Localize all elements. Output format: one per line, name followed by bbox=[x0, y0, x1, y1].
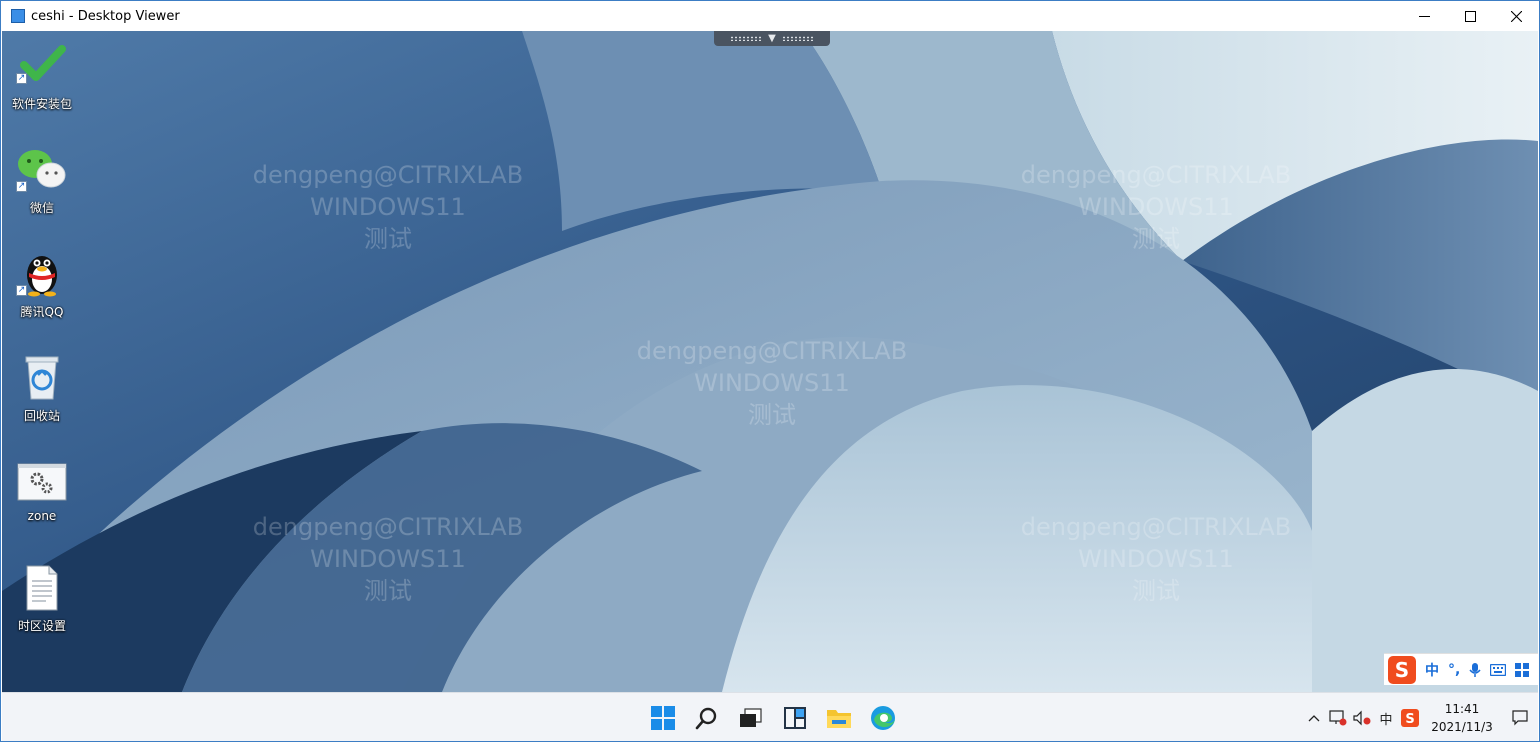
grid-icon[interactable] bbox=[1515, 662, 1530, 677]
watermark-line: dengpeng@CITRIXLAB bbox=[252, 513, 524, 541]
edge-button[interactable] bbox=[867, 702, 899, 734]
watermark-line: WINDOWS11 bbox=[1078, 545, 1234, 573]
clock-date: 2021/11/3 bbox=[1431, 720, 1493, 734]
windows-logo-icon bbox=[651, 706, 675, 730]
citrix-toolbar-handle[interactable]: ▼ bbox=[714, 31, 830, 46]
watermark-line: WINDOWS11 bbox=[310, 193, 466, 221]
window-title: ceshi - Desktop Viewer bbox=[31, 8, 180, 24]
network-disconnected-icon bbox=[1329, 710, 1347, 726]
watermark-line: 测试 bbox=[748, 401, 796, 429]
desktop-icon-recycle-bin[interactable]: 回收站 bbox=[2, 353, 82, 424]
widgets-button[interactable] bbox=[779, 702, 811, 734]
watermark-line: dengpeng@CITRIXLAB bbox=[636, 337, 908, 365]
watermark-line: WINDOWS11 bbox=[694, 369, 850, 397]
gears-icon bbox=[17, 463, 67, 501]
close-button[interactable] bbox=[1493, 1, 1539, 31]
chevron-down-icon: ▼ bbox=[768, 32, 776, 44]
icon-label: 腾讯QQ bbox=[20, 305, 64, 319]
task-view-button[interactable] bbox=[735, 702, 767, 734]
maximize-button[interactable] bbox=[1447, 1, 1493, 31]
shortcut-arrow-icon: ↗ bbox=[16, 285, 27, 296]
ime-toolbar[interactable]: S 中 °, bbox=[1384, 653, 1538, 685]
watermark-line: 测试 bbox=[1132, 577, 1180, 605]
minimize-button[interactable] bbox=[1401, 1, 1447, 31]
sogou-logo-icon[interactable]: S bbox=[1388, 655, 1416, 684]
file-explorer-button[interactable] bbox=[823, 702, 855, 734]
desktop-icon-zone[interactable]: zone bbox=[2, 463, 82, 523]
watermark: dengpeng@CITRIXLAB WINDOWS11 测试 bbox=[238, 159, 538, 255]
icon-label: 时区设置 bbox=[17, 619, 66, 633]
remote-desktop[interactable]: ▼ dengpeng@CITRIXLAB WINDOWS11 测试 dengpe… bbox=[2, 31, 1538, 692]
tray-overflow-button[interactable] bbox=[1302, 706, 1326, 730]
clock[interactable]: 11:41 2021/11/3 bbox=[1422, 700, 1502, 736]
watermark-line: 测试 bbox=[364, 225, 412, 253]
icon-label: 微信 bbox=[29, 201, 54, 215]
search-button[interactable] bbox=[691, 702, 723, 734]
keyboard-icon[interactable] bbox=[1490, 663, 1507, 676]
watermark-line: WINDOWS11 bbox=[1078, 193, 1234, 221]
icon-label: 回收站 bbox=[23, 409, 60, 423]
ime-lang-toggle[interactable]: 中 bbox=[1425, 660, 1439, 680]
title-bar[interactable]: ceshi - Desktop Viewer bbox=[1, 1, 1539, 31]
taskbar: 中 S 11:41 2021/11/3 bbox=[2, 692, 1538, 741]
icon-label: 软件安装包 bbox=[11, 97, 72, 111]
tray-ime-lang[interactable]: 中 bbox=[1374, 706, 1398, 730]
watermark-line: WINDOWS11 bbox=[310, 545, 466, 573]
shortcut-arrow-icon: ↗ bbox=[16, 73, 27, 84]
notifications-button[interactable] bbox=[1502, 710, 1538, 726]
close-icon bbox=[1510, 10, 1522, 22]
desktop-icon-qq[interactable]: ↗ 腾讯QQ bbox=[2, 249, 82, 320]
watermark-line: 测试 bbox=[364, 577, 412, 605]
mic-icon[interactable] bbox=[1469, 662, 1481, 678]
text-file-icon bbox=[26, 565, 58, 611]
watermark: dengpeng@CITRIXLAB WINDOWS11 测试 bbox=[1006, 159, 1306, 255]
watermark-line: dengpeng@CITRIXLAB bbox=[252, 161, 524, 189]
shortcut-arrow-icon: ↗ bbox=[16, 181, 27, 192]
watermark-line: 测试 bbox=[1132, 225, 1180, 253]
svg-text:S: S bbox=[1405, 712, 1414, 727]
app-icon bbox=[11, 9, 25, 23]
edge-browser-icon bbox=[871, 706, 895, 730]
tray-sogou-button[interactable]: S bbox=[1398, 706, 1422, 730]
desktop-icon-wechat[interactable]: ↗ 微信 bbox=[2, 147, 82, 216]
minimize-icon bbox=[1418, 15, 1430, 17]
search-icon bbox=[695, 707, 717, 730]
desktop-icon-software[interactable]: ↗ 软件安装包 bbox=[2, 41, 82, 112]
icon-label: zone bbox=[27, 509, 57, 523]
desktop-icon-timezone[interactable]: 时区设置 bbox=[2, 565, 82, 634]
watermark-line: dengpeng@CITRIXLAB bbox=[1020, 161, 1292, 189]
grip-left bbox=[730, 36, 763, 41]
start-button[interactable] bbox=[647, 702, 679, 734]
watermark-line: dengpeng@CITRIXLAB bbox=[1020, 513, 1292, 541]
sogou-tray-icon: S bbox=[1401, 709, 1419, 727]
desktop-viewer-window: ceshi - Desktop Viewer ▼ dengpeng@CITRIX… bbox=[0, 0, 1540, 742]
watermark: dengpeng@CITRIXLAB WINDOWS11 测试 bbox=[238, 511, 538, 607]
widgets-icon bbox=[784, 707, 806, 729]
volume-muted-icon bbox=[1353, 710, 1371, 726]
taskbar-apps bbox=[647, 693, 899, 741]
grip-right bbox=[781, 36, 814, 41]
system-tray: 中 S 11:41 2021/11/3 bbox=[1302, 693, 1538, 741]
volume-status[interactable] bbox=[1350, 706, 1374, 730]
watermark: dengpeng@CITRIXLAB WINDOWS11 测试 bbox=[1006, 511, 1306, 607]
window-controls bbox=[1401, 1, 1539, 31]
clock-time: 11:41 bbox=[1444, 702, 1480, 716]
notification-icon bbox=[1512, 710, 1528, 726]
maximize-icon bbox=[1464, 10, 1476, 22]
ime-punct-toggle[interactable]: °, bbox=[1448, 662, 1460, 678]
task-view-icon bbox=[740, 708, 762, 727]
folder-icon bbox=[827, 710, 851, 728]
watermark: dengpeng@CITRIXLAB WINDOWS11 测试 bbox=[622, 335, 922, 431]
recycle-bin-icon bbox=[25, 356, 59, 400]
network-status[interactable] bbox=[1326, 706, 1350, 730]
chevron-up-icon bbox=[1308, 715, 1320, 722]
